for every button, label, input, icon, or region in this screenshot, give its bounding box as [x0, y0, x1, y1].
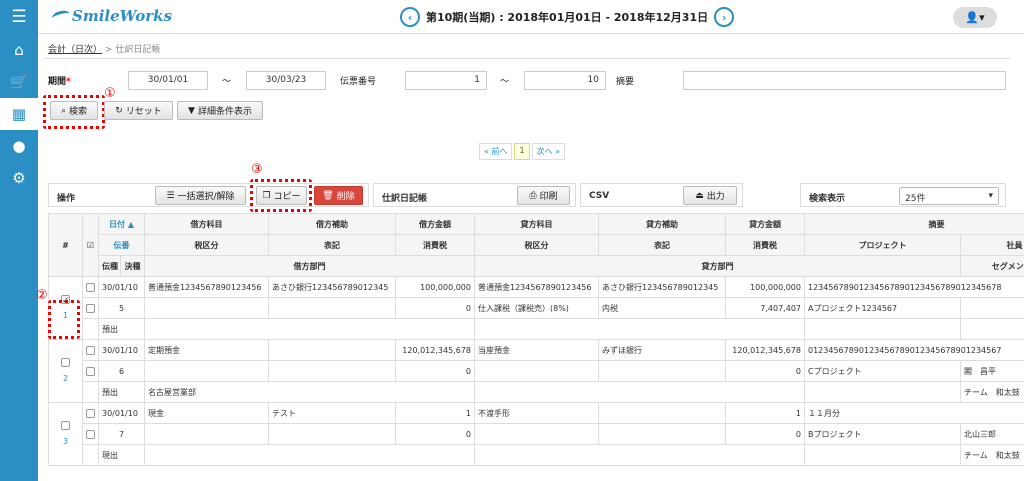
col-debit-notation: 表記: [268, 234, 396, 256]
gear-icon[interactable]: ⚙: [0, 162, 38, 194]
period-selector: ‹ 第10期(当期) : 2018年01月01日 - 2018年12月31日 ›: [400, 7, 735, 27]
prev-period-icon[interactable]: ‹: [400, 7, 420, 27]
col-num: #: [48, 213, 83, 277]
col-credit-account: 貸方科目: [474, 213, 599, 235]
table-row[interactable]: 2 30/01/10 定期預金 120,012,345,678 当座預金 みずほ銀行 120…: [48, 339, 1024, 403]
next-page-button[interactable]: 次へ »: [531, 143, 565, 160]
table-row[interactable]: 3 30/01/10 現金 テスト 1 不渡手形 1 １１月分: [48, 402, 1024, 466]
reset-icon: ↻: [115, 105, 123, 116]
row-number-link[interactable]: 2: [63, 374, 68, 383]
header-row: 伝番 税区分 表記 消費税 税区分 表記 消費税 プロジェクト 社員: [49, 234, 1024, 256]
sidebar: ☰ ⌂ 🛒 ▦ ● ⚙: [0, 0, 38, 481]
col-slip[interactable]: 伝番: [98, 234, 145, 256]
export-button[interactable]: ⏏ 出力: [683, 186, 737, 205]
printer-icon: ⎙: [529, 190, 537, 201]
col-debit-tax: 税区分: [144, 234, 269, 256]
col-debit-amount: 借方金額: [395, 213, 475, 235]
table-row[interactable]: 6 0 0 Cプロジェクト閣 昌平: [49, 360, 1024, 382]
col-date[interactable]: 日付 ▲: [98, 213, 145, 235]
journal-table: # ☑ 日付 ▲ 借方科目 借方補助 借方金額 貸方科目 貸方補助 貸方金額 摘要 伝番 税区分 表記消…: [48, 213, 1024, 466]
reset-button[interactable]: ↻ リセット: [104, 101, 173, 120]
bulk-select-button[interactable]: ☰ 一括選択/解除: [155, 186, 246, 205]
tilde: ～: [222, 77, 232, 87]
col-debit-ctax: 消費税: [395, 234, 475, 256]
prev-page-button[interactable]: « 前へ: [479, 143, 513, 160]
money-bag-icon[interactable]: ●: [0, 130, 38, 162]
header: SmileWorks ‹ 第10期(当期) : 2018年01月01日 - 20…: [38, 0, 1024, 34]
col-check[interactable]: ☑: [82, 213, 99, 277]
date-from-input[interactable]: 30/01/01: [128, 71, 208, 90]
table-row[interactable]: 預出: [49, 318, 1024, 340]
col-debit-dept: 借方部門: [144, 255, 475, 277]
slip-label: 伝票番号: [340, 77, 377, 87]
pagination: « 前へ 1 次へ »: [479, 143, 565, 160]
line-checkbox[interactable]: [86, 366, 95, 376]
breadcrumb-current: 仕訳日記帳: [115, 45, 161, 55]
row-checkbox[interactable]: [61, 358, 70, 367]
menu-icon[interactable]: ☰: [0, 0, 38, 34]
triangle-down-icon: ▼: [188, 105, 195, 116]
line-checkbox[interactable]: [86, 345, 95, 355]
annotation-1: ①: [104, 86, 116, 101]
header-row: # ☑ 日付 ▲ 借方科目 借方補助 借方金額 貸方科目 貸方補助 貸方金額 摘要: [48, 213, 1024, 277]
col-credit-notation: 表記: [598, 234, 726, 256]
col-project: プロジェクト: [804, 234, 961, 256]
table-row[interactable]: 130/01/10普通預金1234567890123456あさひ銀行123456…: [48, 276, 1024, 340]
breadcrumb: 会計（日次） > 仕訳日記帳: [48, 45, 161, 55]
col-memo: 摘要: [804, 213, 1024, 235]
memo-label: 摘要: [616, 77, 635, 87]
delete-button[interactable]: 🗑 削除: [314, 186, 363, 205]
table-row[interactable]: 7 0 0 Bプロジェクト 北山三郎: [49, 423, 1024, 445]
annotation-3: ③: [251, 162, 263, 177]
highlight-copy: [250, 179, 312, 212]
col-credit-sub: 貸方補助: [598, 213, 726, 235]
col-debit-account: 借方科目: [144, 213, 269, 235]
highlight-search: [43, 95, 105, 129]
col-credit-dept: 貸方部門: [474, 255, 961, 277]
calculator-icon[interactable]: ▦: [0, 98, 38, 130]
annotation-2: ②: [36, 288, 48, 303]
header-row: 伝種決種借方部門貸方部門セグメント1セグメン: [49, 255, 1024, 277]
col-credit-ctax: 消費税: [725, 234, 805, 256]
next-period-icon[interactable]: ›: [714, 7, 735, 27]
period-label: 第10期(当期) : 2018年01月01日 - 2018年12月31日: [426, 11, 709, 24]
row-number-link[interactable]: 3: [63, 437, 68, 446]
table-row[interactable]: 5 0 仕入課税（課税売）(8%) 内税 7,407,407 Aプロジェクト1234567: [49, 297, 1024, 319]
breadcrumb-link[interactable]: 会計（日次）: [48, 45, 102, 55]
col-segment1: セグメント1: [960, 255, 1024, 277]
trash-icon: 🗑: [322, 190, 334, 201]
col-debit-sub: 借方補助: [268, 213, 396, 235]
logo[interactable]: SmileWorks: [51, 7, 172, 25]
table-row[interactable]: 預出 名古屋営業部 チーム 和太鼓: [49, 381, 1024, 403]
line-checkbox[interactable]: [86, 303, 95, 313]
caret-down-icon: ▾: [988, 191, 993, 201]
memo-input[interactable]: [683, 71, 1006, 90]
table-row[interactable]: 現出 チーム 和太鼓: [49, 444, 1024, 466]
col-slip-type: 伝種: [98, 255, 121, 277]
line-checkbox[interactable]: [86, 282, 95, 292]
line-checkbox[interactable]: [86, 408, 95, 418]
line-checkbox[interactable]: [86, 429, 95, 439]
detail-toggle-button[interactable]: ▼ 詳細条件表示: [177, 101, 263, 120]
highlight-checkbox: [48, 300, 80, 339]
home-icon[interactable]: ⌂: [0, 34, 38, 66]
period-label: 期間*: [48, 77, 71, 87]
col-employee: 社員: [960, 234, 1024, 256]
user-icon: 👤: [965, 11, 980, 24]
print-button[interactable]: ⎙ 印刷: [517, 186, 570, 205]
col-credit-tax: 税区分: [474, 234, 599, 256]
display-count-select[interactable]: 25件 ▾: [899, 187, 999, 205]
slip-to-input[interactable]: 10: [524, 71, 606, 90]
upload-icon: ⏏: [695, 190, 704, 201]
slip-from-input[interactable]: 1: [405, 71, 487, 90]
list-icon: ☰: [166, 190, 175, 201]
col-credit-amount: 貸方金額: [725, 213, 805, 235]
col-settle-type: 決種: [120, 255, 145, 277]
cart-icon[interactable]: 🛒: [0, 66, 38, 98]
date-to-input[interactable]: 30/03/23: [246, 71, 326, 90]
current-page[interactable]: 1: [514, 143, 530, 160]
user-menu-button[interactable]: 👤 ▾: [953, 7, 997, 28]
tilde: ～: [500, 77, 510, 87]
row-checkbox[interactable]: [61, 421, 70, 430]
